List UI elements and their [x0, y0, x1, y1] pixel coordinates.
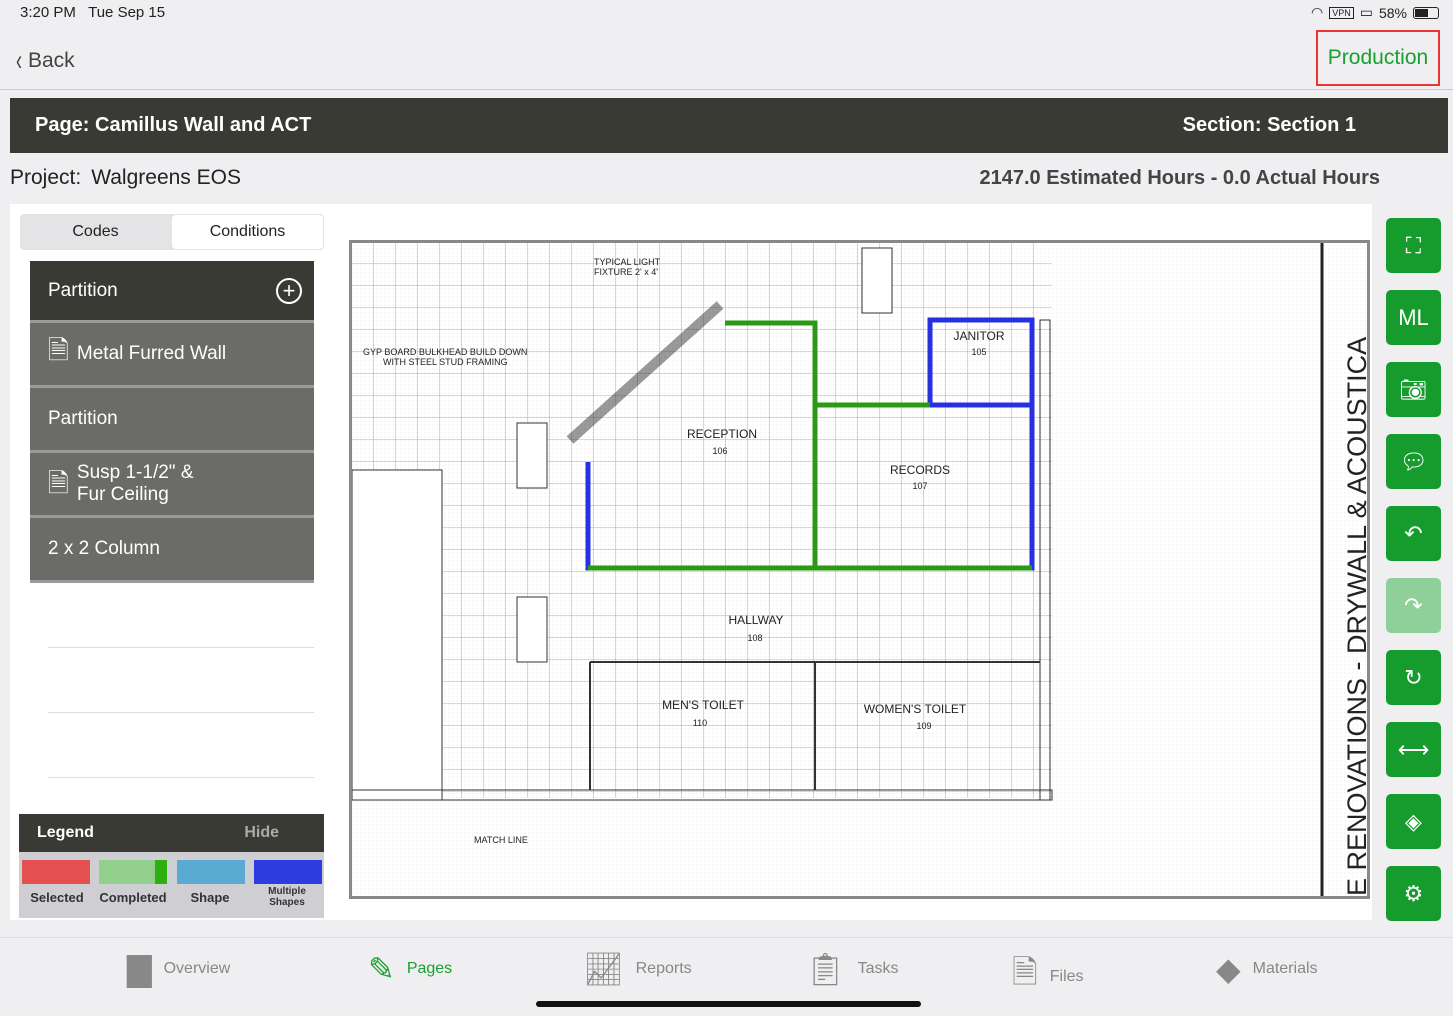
layers-icon[interactable]: ◈ — [1386, 794, 1441, 849]
svg-text:FIXTURE 2' x 4': FIXTURE 2' x 4' — [594, 267, 658, 277]
tab-overview[interactable]: ▇ Overview — [127, 950, 230, 988]
tab-reports[interactable]: 📈︎ Reports — [583, 950, 692, 988]
swatch-completed — [99, 860, 167, 884]
fullscreen-icon[interactable]: ⛶ — [1386, 218, 1441, 273]
production-button[interactable]: Production — [1316, 30, 1440, 86]
document-icon: 🗎 — [48, 335, 69, 365]
tab-bar: Codes Conditions — [20, 214, 324, 250]
refresh-icon[interactable]: ↻ — [1386, 650, 1441, 705]
battery-icon — [1413, 6, 1439, 19]
status-time: 3:20 PM Tue Sep 15 — [20, 4, 166, 21]
svg-text:HALLWAY: HALLWAY — [728, 613, 783, 627]
file-icon: 🗎 — [1012, 954, 1038, 990]
tab-pages[interactable]: ✎ Pages — [368, 950, 452, 988]
airplay-icon: ▭ — [1359, 4, 1373, 20]
project-label: Project: Walgreens EOS — [10, 166, 241, 189]
svg-text:106: 106 — [712, 446, 727, 456]
vpn-icon: VPN — [1329, 6, 1354, 19]
undo-icon[interactable]: ↶ — [1386, 506, 1441, 561]
legend-title: Legend — [37, 824, 94, 841]
svg-text:WITH STEEL STUD FRAMING: WITH STEEL STUD FRAMING — [383, 357, 508, 367]
condition-item[interactable]: Partition — [30, 388, 314, 453]
swatch-shape — [177, 860, 245, 884]
ml-button[interactable]: ML — [1386, 290, 1441, 345]
document-icon: 🗎 — [48, 468, 69, 499]
hours-summary: 2147.0 Estimated Hours - 0.0 Actual Hour… — [979, 167, 1380, 189]
empty-row — [48, 648, 314, 713]
svg-text:JANITOR: JANITOR — [953, 329, 1004, 343]
svg-text:RECORDS: RECORDS — [890, 463, 950, 477]
reports-icon: 📈︎ — [583, 951, 624, 987]
svg-text:110: 110 — [693, 718, 707, 728]
swatch-multiple — [254, 860, 322, 884]
condition-item[interactable]: 2 x 2 Column — [30, 518, 314, 583]
measure-icon[interactable]: ⟷ — [1386, 722, 1441, 777]
status-icons: ◠ VPN ▭ 58% — [1311, 4, 1439, 21]
condition-item[interactable]: 🗎 Metal Furred Wall — [30, 323, 314, 388]
bar-chart-icon: ▇ — [127, 951, 152, 987]
divider — [0, 89, 1453, 90]
svg-text:109: 109 — [916, 721, 931, 731]
svg-text:MEN'S TOILET: MEN'S TOILET — [662, 698, 745, 712]
home-indicator — [536, 1001, 921, 1007]
tab-files[interactable]: 🗎 Files — [1012, 950, 1084, 1004]
tab-tasks[interactable]: 📋︎ Tasks — [805, 950, 899, 988]
wifi-icon: ◠ — [1311, 4, 1324, 20]
add-condition-icon[interactable]: + — [276, 277, 302, 304]
svg-text:107: 107 — [912, 481, 927, 491]
svg-text:108: 108 — [747, 633, 762, 643]
page-header: Page: Camillus Wall and ACT Section: Sect… — [10, 98, 1448, 153]
pages-icon: ✎ — [368, 951, 395, 987]
settings-icon[interactable]: ⚙ — [1386, 866, 1441, 921]
tab-materials[interactable]: ◆ Materials — [1216, 950, 1318, 988]
svg-text:RECEPTION: RECEPTION — [687, 427, 757, 441]
clipboard-icon: 📋︎ — [805, 951, 846, 987]
legend-hide-button[interactable]: Hide — [244, 824, 279, 842]
conditions-list: Partition + 🗎 Metal Furred Wall Partition … — [30, 261, 314, 778]
back-button[interactable]: ‹ Back — [14, 44, 75, 78]
svg-text:E RENOVATIONS - DRYWALL & ACOU: E RENOVATIONS - DRYWALL & ACOUSTICA — [1342, 337, 1367, 896]
floor-plan-canvas[interactable]: RECEPTION 106 RECORDS 107 JANITOR 105 HALLW… — [349, 240, 1372, 899]
condition-group-header[interactable]: Partition + — [30, 261, 314, 323]
svg-text:TYPICAL LIGHT: TYPICAL LIGHT — [594, 257, 661, 267]
tab-codes[interactable]: Codes — [20, 214, 171, 250]
materials-icon: ◆ — [1216, 951, 1241, 987]
svg-text:MATCH LINE: MATCH LINE — [474, 835, 528, 845]
svg-text:GYP BOARD BULKHEAD BUILD DOWN: GYP BOARD BULKHEAD BUILD DOWN — [363, 347, 527, 357]
comment-icon[interactable]: 💬︎ — [1386, 434, 1441, 489]
tab-conditions[interactable]: Conditions — [172, 215, 323, 249]
svg-text:105: 105 — [971, 347, 986, 357]
empty-row — [48, 713, 314, 778]
swatch-selected — [22, 860, 90, 884]
chevron-left-icon: ‹ — [16, 44, 22, 77]
empty-row — [48, 583, 314, 648]
svg-text:WOMEN'S TOILET: WOMEN'S TOILET — [864, 702, 967, 716]
redo-icon[interactable]: ↷ — [1386, 578, 1441, 633]
condition-item[interactable]: 🗎 Susp 1-1/2" & Fur Ceiling — [30, 453, 314, 518]
camera-icon[interactable]: 📷︎ — [1386, 362, 1441, 417]
legend: Legend Hide Selected Completed Shape Mult… — [19, 814, 324, 918]
toolbar: ⛶ ML 📷︎ 💬︎ ↶ ↷ ↻ ⟷ ◈ ⚙ — [1386, 218, 1442, 938]
